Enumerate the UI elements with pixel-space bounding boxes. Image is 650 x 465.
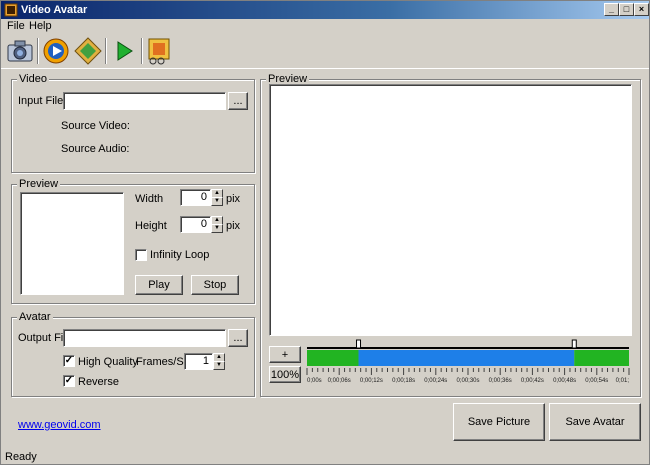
high-quality-label: High Quality bbox=[78, 356, 138, 368]
video-group-label: Video bbox=[17, 73, 49, 85]
timeline-tick-label: 0;00;42s bbox=[521, 378, 544, 384]
input-file-field[interactable] bbox=[63, 92, 226, 110]
app-window: Video Avatar _ □ × File Help Video Input… bbox=[0, 0, 650, 465]
timeline-tick-label: 0;00;24s bbox=[424, 378, 447, 384]
video-preview-area bbox=[269, 84, 632, 336]
menu-bar: File Help bbox=[1, 19, 649, 34]
width-unit: pix bbox=[226, 193, 241, 205]
source-audio-label: Source Audio: bbox=[61, 143, 130, 155]
status-bar: Ready bbox=[1, 451, 649, 465]
play-button[interactable]: Play bbox=[135, 275, 183, 295]
timeline-segment-after bbox=[574, 350, 629, 366]
fps-spinner[interactable]: 1 ▲ ▼ bbox=[184, 353, 226, 370]
media-player-icon[interactable] bbox=[41, 36, 71, 66]
timeline-tick-label: 0;01; bbox=[616, 378, 630, 384]
infinity-loop-checkbox[interactable] bbox=[135, 249, 147, 261]
selection-end-handle[interactable] bbox=[571, 339, 577, 349]
save-picture-button[interactable]: Save Picture bbox=[453, 403, 545, 441]
status-text: Ready bbox=[5, 451, 37, 463]
avatar-group-label: Avatar bbox=[17, 311, 53, 323]
input-browse-button[interactable]: ... bbox=[228, 92, 248, 110]
timeline-tick-label: 0;00;18s bbox=[392, 378, 415, 384]
reverse-checkbox[interactable]: ✓ bbox=[63, 375, 75, 387]
window-title: Video Avatar bbox=[21, 4, 88, 16]
output-browse-button[interactable]: ... bbox=[228, 329, 248, 347]
website-link[interactable]: www.geovid.com bbox=[18, 419, 101, 431]
close-button[interactable]: × bbox=[634, 3, 649, 16]
infinity-loop-label: Infinity Loop bbox=[150, 249, 210, 261]
timeline-segment-before bbox=[307, 350, 359, 366]
toolbar-separator bbox=[141, 38, 143, 64]
source-video-label: Source Video: bbox=[61, 120, 130, 132]
toolbar-separator bbox=[37, 38, 39, 64]
title-bar: Video Avatar _ □ × bbox=[1, 1, 649, 19]
timeline-tick-label: 0;00s bbox=[307, 378, 322, 384]
width-value[interactable]: 0 bbox=[180, 189, 211, 206]
width-down-arrow-icon[interactable]: ▼ bbox=[211, 197, 223, 206]
timeline-tick-label: 0;00;06s bbox=[328, 378, 351, 384]
fps-down-arrow-icon[interactable]: ▼ bbox=[213, 361, 225, 370]
height-unit: pix bbox=[226, 220, 241, 232]
app-icon bbox=[4, 3, 18, 17]
play-icon[interactable] bbox=[109, 36, 139, 66]
menu-help[interactable]: Help bbox=[29, 20, 52, 32]
timeline-segment-selected bbox=[358, 350, 575, 366]
stop-button[interactable]: Stop bbox=[191, 275, 239, 295]
zoom-level-button[interactable]: 100% bbox=[269, 366, 301, 383]
height-spinner[interactable]: 0 ▲ ▼ bbox=[180, 216, 224, 233]
height-down-arrow-icon[interactable]: ▼ bbox=[211, 224, 223, 233]
zoom-in-button[interactable]: + bbox=[269, 346, 301, 363]
fps-value[interactable]: 1 bbox=[184, 353, 213, 370]
height-label: Height bbox=[135, 220, 167, 232]
toolbar bbox=[1, 34, 649, 69]
filmstrip-scissors-icon[interactable] bbox=[145, 36, 175, 66]
timeline[interactable]: 0;00s 0;00;06s 0;00;12s 0;00;18s 0;00;24s 0;0… bbox=[306, 338, 630, 390]
input-file-label: Input File bbox=[18, 95, 64, 107]
high-quality-checkbox[interactable]: ✓ bbox=[63, 355, 75, 367]
menu-file[interactable]: File bbox=[7, 20, 25, 32]
timeline-tick-label: 0;00;36s bbox=[489, 378, 512, 384]
output-file-field[interactable] bbox=[63, 329, 226, 347]
maximize-button[interactable]: □ bbox=[619, 3, 634, 16]
thumbnail-preview bbox=[20, 192, 124, 295]
minimize-button[interactable]: _ bbox=[604, 3, 619, 16]
height-value[interactable]: 0 bbox=[180, 216, 211, 233]
camera-icon[interactable] bbox=[5, 36, 35, 66]
timeline-tick-label: 0;00;48s bbox=[553, 378, 576, 384]
toolbar-separator bbox=[105, 38, 107, 64]
selection-start-handle[interactable] bbox=[356, 339, 362, 349]
width-spinner[interactable]: 0 ▲ ▼ bbox=[180, 189, 224, 206]
timeline-tick-label: 0;00;30s bbox=[456, 378, 479, 384]
timeline-tick-label: 0;00;54s bbox=[585, 378, 608, 384]
preview-settings-label: Preview bbox=[17, 178, 61, 190]
reverse-label: Reverse bbox=[78, 376, 119, 388]
width-label: Width bbox=[135, 193, 164, 205]
timeline-tick-label: 0;00;12s bbox=[360, 378, 383, 384]
film-diamond-icon[interactable] bbox=[73, 36, 103, 66]
save-avatar-button[interactable]: Save Avatar bbox=[549, 403, 641, 441]
